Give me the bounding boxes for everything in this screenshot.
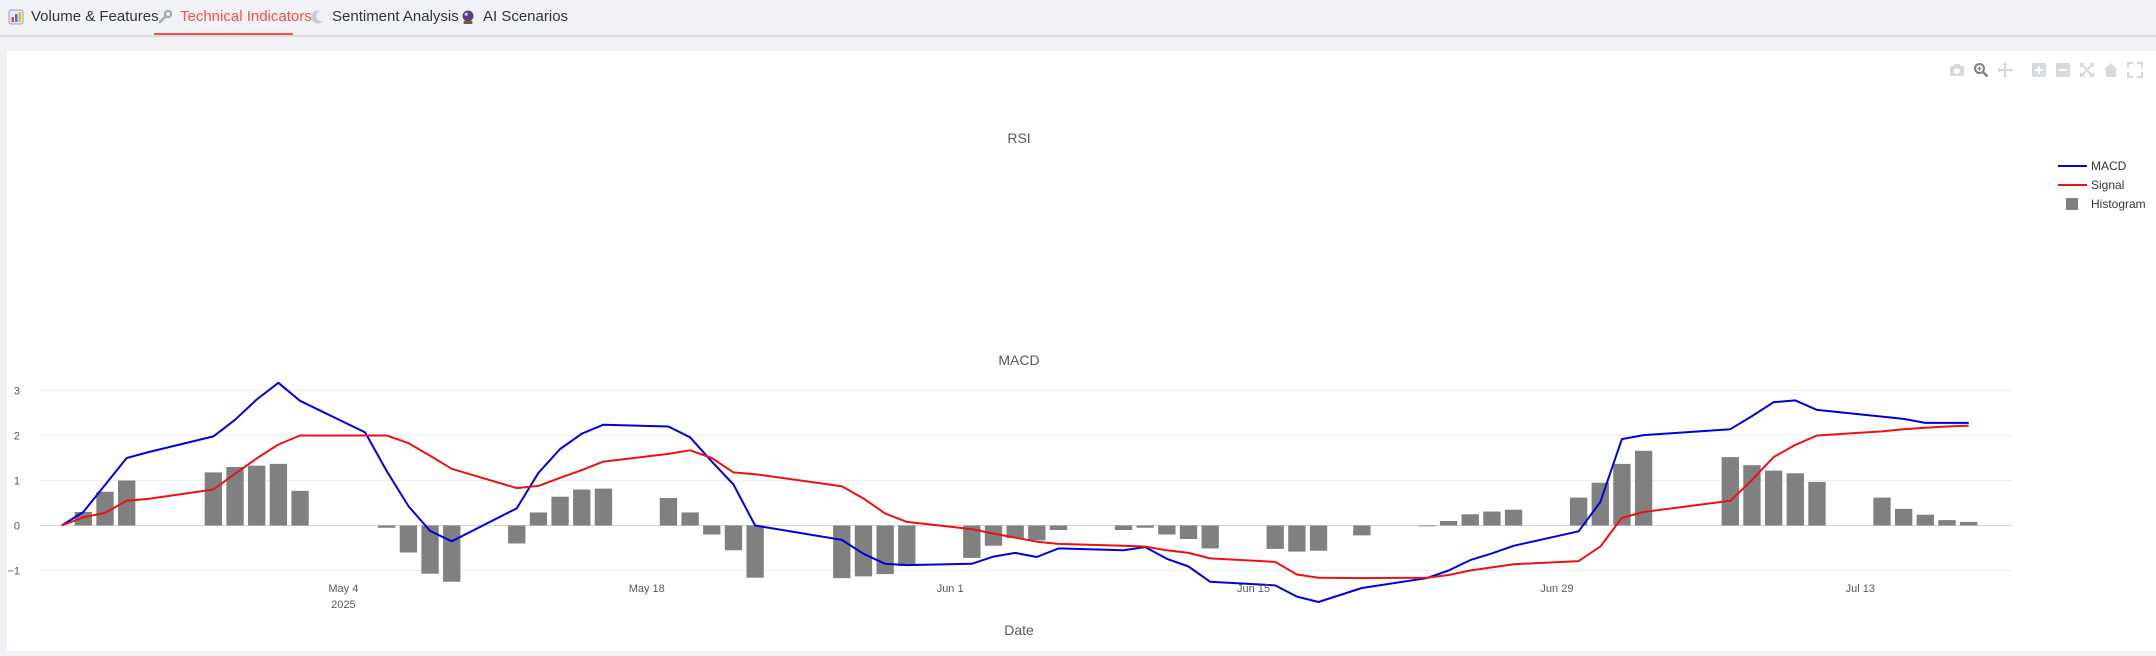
histogram-bar bbox=[898, 525, 916, 566]
signal-line bbox=[61, 424, 1969, 580]
y-tick-label: 0 bbox=[14, 521, 20, 533]
y-tick-label: 3 bbox=[14, 386, 20, 398]
histogram-bar bbox=[226, 467, 244, 526]
y-tick-label: 2 bbox=[14, 431, 20, 443]
pan-icon[interactable] bbox=[1996, 61, 2014, 79]
histogram-bar bbox=[1938, 520, 1956, 526]
legend-signal-label[interactable]: Signal bbox=[2091, 178, 2124, 192]
tab-volume-features[interactable]: Volume & Features bbox=[8, 0, 159, 33]
histogram-bar bbox=[746, 525, 764, 578]
tab-label: Technical Indicators bbox=[180, 8, 312, 25]
x-tick-label: Jun 15 bbox=[1237, 583, 1270, 595]
histogram-bar bbox=[1786, 473, 1804, 526]
histogram-bar bbox=[1504, 509, 1523, 526]
histogram-bar bbox=[1959, 521, 1978, 526]
x-tick-label: May 4 bbox=[328, 583, 358, 595]
histogram-bar bbox=[1266, 525, 1284, 549]
x-tick-label: Jul 13 bbox=[1846, 583, 1875, 595]
histogram-bar bbox=[1721, 457, 1739, 526]
macd-line bbox=[61, 381, 1969, 603]
zoom-out-icon[interactable] bbox=[2054, 61, 2072, 79]
crystal-ball-icon bbox=[462, 10, 474, 24]
histogram-bar bbox=[1114, 525, 1133, 530]
chart-panel: RSI MACD 3 2 1 0 −1 May 4 2025 May 18 Jun 1 Jun … bbox=[7, 51, 2156, 651]
histogram-bar bbox=[1136, 525, 1154, 528]
moon-icon bbox=[311, 10, 323, 24]
histogram-bar bbox=[291, 490, 309, 526]
histogram-bar bbox=[399, 525, 418, 553]
histogram-bar bbox=[1873, 497, 1891, 526]
reset-axes-icon[interactable] bbox=[2102, 61, 2120, 79]
autoscale-icon[interactable] bbox=[2078, 61, 2096, 79]
histogram-bar bbox=[1179, 525, 1198, 539]
histogram-bar bbox=[659, 498, 678, 526]
legend-histogram-label[interactable]: Histogram bbox=[2091, 197, 2146, 211]
histogram-bar bbox=[508, 525, 526, 544]
x-tick-label: Jun 29 bbox=[1540, 583, 1573, 595]
histogram-bar bbox=[1894, 508, 1913, 526]
tab-bar: Volume & Features Technical Indicators S… bbox=[0, 0, 2156, 37]
tab-ai-scenarios[interactable]: AI Scenarios bbox=[460, 0, 568, 33]
histogram-bar bbox=[551, 496, 569, 526]
histogram-bar bbox=[1808, 481, 1826, 526]
x-tick-label: May 18 bbox=[629, 583, 665, 595]
histogram-bar bbox=[876, 525, 894, 575]
histogram-bar bbox=[1201, 525, 1219, 549]
tab-label: Volume & Features bbox=[31, 8, 159, 25]
histogram-bar bbox=[1158, 525, 1176, 535]
histogram-bar bbox=[724, 525, 743, 551]
bar-chart-icon bbox=[8, 9, 24, 24]
zoom-icon[interactable] bbox=[1972, 61, 1990, 79]
histogram-bar bbox=[529, 512, 548, 526]
y-tick-label: 1 bbox=[14, 476, 20, 488]
tab-label: Sentiment Analysis bbox=[332, 8, 459, 25]
x-tick-year-label: 2025 bbox=[331, 599, 355, 611]
chart-legend: MACD Signal Histogram bbox=[2058, 159, 2146, 211]
active-tab-indicator bbox=[154, 33, 293, 35]
histogram-bar bbox=[1569, 497, 1588, 526]
histogram-bar bbox=[1461, 514, 1479, 526]
histogram-bar bbox=[833, 525, 851, 579]
tab-technical-indicators[interactable]: Technical Indicators bbox=[157, 0, 312, 33]
histogram-bar bbox=[594, 488, 613, 526]
histogram-bar bbox=[1483, 511, 1501, 526]
chart-modebar bbox=[1948, 61, 2144, 79]
macd-chart-title: MACD bbox=[998, 352, 1039, 368]
tab-sentiment-analysis[interactable]: Sentiment Analysis bbox=[309, 0, 459, 33]
histogram-bar bbox=[118, 480, 136, 526]
x-tick-label: Jun 1 bbox=[937, 583, 964, 595]
histogram-bar bbox=[1764, 470, 1783, 526]
macd-rsi-chart: RSI MACD 3 2 1 0 −1 May 4 2025 May 18 Jun 1 Jun … bbox=[7, 130, 2146, 638]
histogram-bar bbox=[1353, 525, 1371, 536]
histogram-bar bbox=[1591, 482, 1609, 526]
histogram-bar bbox=[1049, 525, 1068, 530]
histogram-bar bbox=[573, 489, 591, 526]
histogram-bar bbox=[1439, 521, 1458, 526]
histogram-bar bbox=[1916, 514, 1934, 526]
histogram-bar bbox=[1288, 525, 1306, 552]
wrench-icon bbox=[158, 9, 173, 23]
tab-label: AI Scenarios bbox=[483, 8, 569, 25]
zoom-in-icon[interactable] bbox=[2030, 61, 2048, 79]
histogram-bar bbox=[248, 465, 266, 526]
x-axis-label: Date bbox=[1004, 622, 1034, 638]
y-tick-label: −1 bbox=[7, 566, 20, 578]
histogram-bar bbox=[1309, 525, 1328, 551]
histogram-bar bbox=[378, 525, 396, 528]
histogram-bar bbox=[681, 512, 699, 526]
rsi-chart-title: RSI bbox=[1007, 130, 1030, 146]
histogram-bar bbox=[269, 463, 288, 526]
legend-histogram-swatch bbox=[2066, 198, 2078, 210]
histogram-bar bbox=[703, 525, 721, 535]
fullscreen-icon[interactable] bbox=[2126, 61, 2144, 79]
camera-icon[interactable] bbox=[1948, 61, 1966, 79]
histogram-bar bbox=[443, 525, 461, 582]
histogram-bar bbox=[1028, 525, 1046, 541]
histogram-bar bbox=[1418, 525, 1436, 527]
histogram-bar bbox=[204, 472, 223, 526]
legend-macd-label[interactable]: MACD bbox=[2091, 159, 2127, 173]
